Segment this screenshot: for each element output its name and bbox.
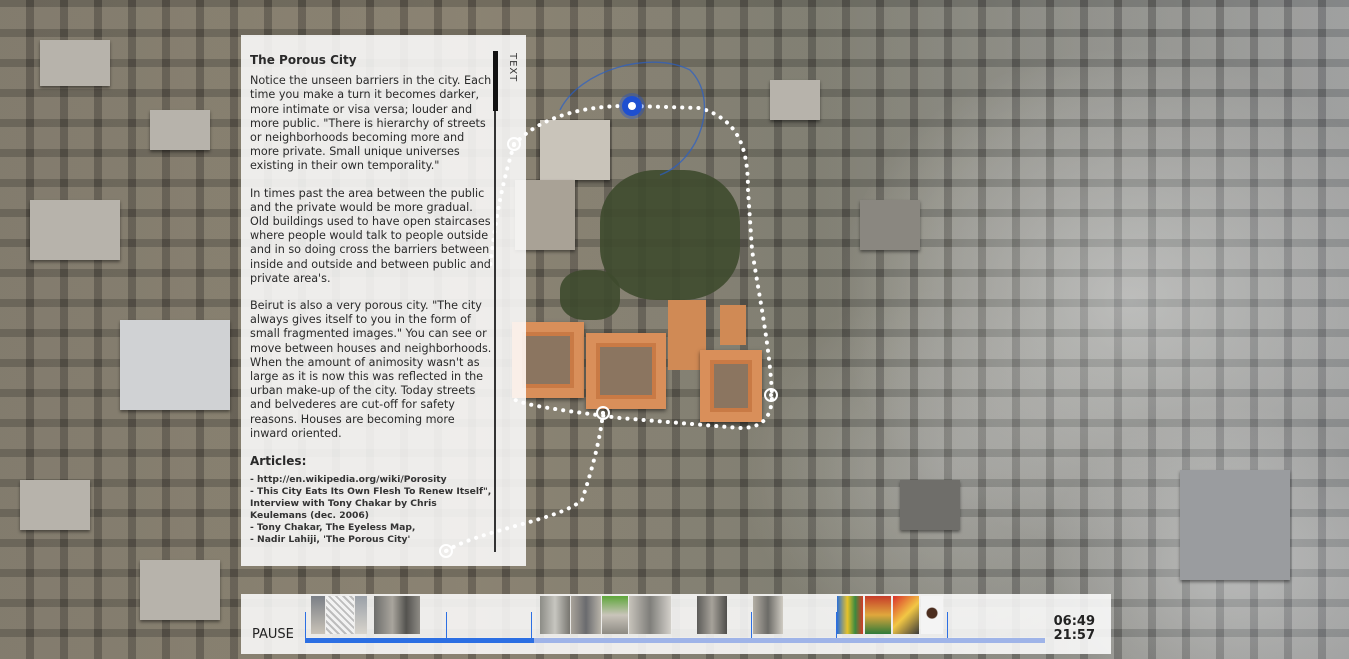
aerial-map[interactable] bbox=[0, 0, 1349, 659]
timeline-thumbnail[interactable] bbox=[602, 596, 628, 634]
panel-paragraph: Beirut is also a very porous city. "The … bbox=[250, 299, 492, 440]
timeline-chapter-tick[interactable] bbox=[836, 612, 837, 638]
timeline-thumbnail[interactable] bbox=[753, 596, 783, 634]
timeline-chapter-tick[interactable] bbox=[531, 612, 532, 638]
timeline-thumbnail[interactable] bbox=[540, 596, 570, 634]
timeline-chapter-tick[interactable] bbox=[751, 612, 752, 638]
route-path bbox=[510, 103, 775, 431]
total-time: 21:57 bbox=[1053, 628, 1095, 643]
timeline-thumbnail[interactable] bbox=[311, 596, 325, 634]
panel-scrollbar-thumb[interactable] bbox=[493, 51, 498, 111]
timeline-chapter-tick[interactable] bbox=[446, 612, 447, 638]
timeline-thumbnail[interactable] bbox=[326, 596, 354, 634]
timeline-thumbnail[interactable] bbox=[629, 596, 671, 634]
timeline-thumbnail[interactable] bbox=[893, 596, 919, 634]
player-bar: PAUSE 06:49 21:57 bbox=[241, 594, 1111, 654]
panel-paragraph: Notice the unseen barriers in the city. … bbox=[250, 74, 492, 173]
timeline-played bbox=[305, 638, 535, 643]
timeline-scrubber[interactable] bbox=[305, 638, 1045, 643]
article-link[interactable]: - http://en.wikipedia.org/wiki/Porosity bbox=[250, 474, 492, 486]
current-time: 06:49 bbox=[1053, 614, 1095, 629]
route-history-line bbox=[559, 61, 706, 176]
timeline-thumbnail[interactable] bbox=[921, 596, 943, 634]
panel-title: The Porous City bbox=[250, 53, 357, 67]
text-panel-content[interactable]: The Porous City Notice the unseen barrie… bbox=[250, 53, 492, 558]
timeline-thumbnail[interactable] bbox=[355, 596, 367, 634]
timeline-thumbnail[interactable] bbox=[571, 596, 601, 634]
timeline-thumbnail[interactable] bbox=[374, 596, 420, 634]
timeline-thumbnail[interactable] bbox=[865, 596, 891, 634]
articles-heading: Articles: bbox=[250, 454, 307, 469]
timeline-thumbnail[interactable] bbox=[837, 596, 863, 634]
timeline-chapter-tick[interactable] bbox=[305, 612, 306, 638]
pause-button[interactable]: PAUSE bbox=[252, 627, 294, 642]
timeline-thumbnail[interactable] bbox=[697, 596, 727, 634]
waypoint-marker[interactable] bbox=[764, 388, 778, 402]
route-overlay bbox=[444, 61, 775, 553]
article-link[interactable]: - Tony Chakar, The Eyeless Map, bbox=[250, 522, 492, 534]
panel-paragraph: In times past the area between the publi… bbox=[250, 186, 491, 285]
article-link[interactable]: - Nadir Lahiji, 'The Porous City' bbox=[250, 534, 492, 546]
current-position-marker[interactable] bbox=[622, 96, 642, 116]
text-panel: The Porous City Notice the unseen barrie… bbox=[241, 35, 526, 566]
text-tab[interactable]: TEXT bbox=[507, 53, 518, 82]
panel-scrollbar-track[interactable] bbox=[494, 51, 496, 552]
waypoint-marker[interactable] bbox=[596, 406, 610, 420]
timeline-chapter-tick[interactable] bbox=[947, 612, 948, 638]
article-link[interactable]: - This City Eats Its Own Flesh To Renew … bbox=[250, 486, 492, 522]
